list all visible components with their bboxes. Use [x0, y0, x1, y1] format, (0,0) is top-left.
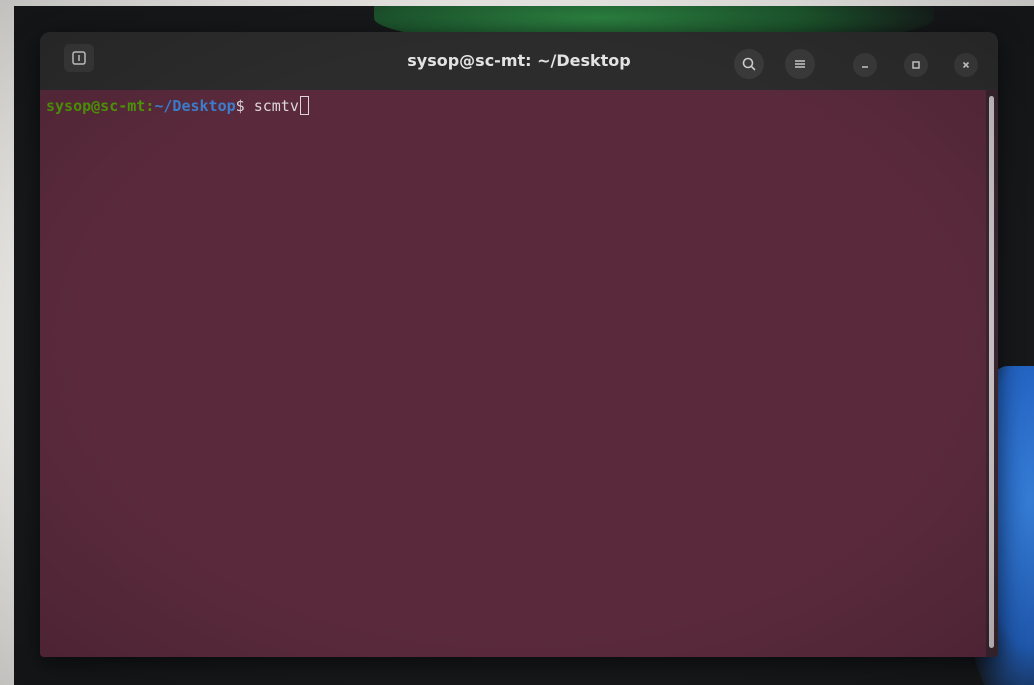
prompt-path: ~/Desktop — [154, 97, 236, 115]
close-icon — [962, 61, 970, 69]
search-button[interactable] — [734, 49, 764, 79]
window-titlebar[interactable]: sysop@sc-mt: ~/Desktop — [40, 32, 998, 90]
new-tab-button[interactable] — [64, 44, 94, 72]
hamburger-menu-icon — [795, 60, 805, 68]
minimize-button[interactable] — [853, 53, 877, 77]
terminal-content[interactable]: sysop@sc-mt:~/Desktop$ scmtv — [40, 90, 986, 657]
prompt-user-host: sysop@sc-mt — [46, 97, 146, 115]
search-icon — [742, 57, 756, 71]
scrollbar-thumb[interactable] — [989, 96, 994, 648]
new-tab-icon — [72, 51, 86, 65]
scrollbar[interactable] — [986, 90, 998, 657]
command-text: scmtv — [253, 97, 299, 115]
close-button[interactable] — [954, 53, 978, 77]
terminal-window: sysop@sc-mt: ~/Desktop sysop@sc-mt:~/Des… — [40, 32, 998, 657]
minimize-icon — [862, 66, 868, 68]
maximize-icon — [912, 61, 920, 69]
prompt-symbol: $ — [235, 97, 254, 115]
photo-scene: sysop@sc-mt: ~/Desktop sysop@sc-mt:~/Des… — [0, 0, 1034, 685]
maximize-button[interactable] — [904, 53, 928, 77]
text-cursor — [299, 96, 309, 115]
menu-button[interactable] — [785, 49, 815, 79]
prompt-line: sysop@sc-mt:~/Desktop$ scmtv — [46, 96, 309, 116]
